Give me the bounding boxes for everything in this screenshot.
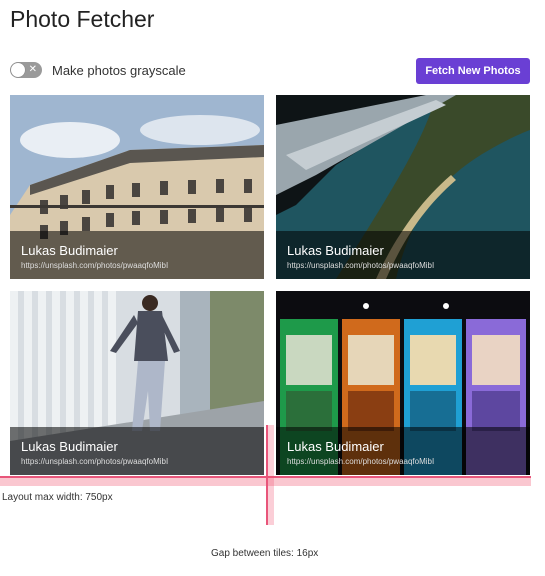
gap-guide: [266, 425, 274, 525]
max-width-annotation: Layout max width: 750px: [2, 492, 113, 503]
photo-author: Lukas Budimaier: [21, 243, 118, 258]
photo-caption: Lukas Budimaier https://unsplash.com/pho…: [276, 427, 530, 475]
photo-url: https://unsplash.com/photos/pwaaqfoMibI: [287, 457, 435, 466]
photo-url: https://unsplash.com/photos/pwaaqfoMibI: [287, 261, 435, 270]
photo-url: https://unsplash.com/photos/pwaaqfoMibI: [21, 261, 169, 270]
grayscale-toggle-row: ✕ Make photos grayscale: [10, 62, 186, 78]
gap-annotation: Gap between tiles: 16px: [211, 548, 319, 559]
photo-tile[interactable]: Lukas Budimaier https://unsplash.com/pho…: [10, 95, 264, 279]
photo-tile[interactable]: Lukas Budimaier https://unsplash.com/pho…: [10, 291, 264, 475]
grayscale-toggle-label: Make photos grayscale: [52, 62, 186, 78]
photo-author: Lukas Budimaier: [287, 243, 384, 258]
page-title: Photo Fetcher: [10, 6, 155, 32]
photo-caption: Lukas Budimaier https://unsplash.com/pho…: [10, 427, 264, 475]
toggle-knob: [11, 63, 25, 77]
photo-url: https://unsplash.com/photos/pwaaqfoMibI: [21, 457, 169, 466]
photo-tile[interactable]: Lukas Budimaier https://unsplash.com/pho…: [276, 95, 530, 279]
photo-tile[interactable]: Lukas Budimaier https://unsplash.com/pho…: [276, 291, 530, 475]
photo-author: Lukas Budimaier: [21, 439, 118, 454]
photo-caption: Lukas Budimaier https://unsplash.com/pho…: [10, 231, 264, 279]
photo-caption: Lukas Budimaier https://unsplash.com/pho…: [276, 231, 530, 279]
fetch-new-photos-button[interactable]: Fetch New Photos: [416, 58, 530, 84]
grayscale-toggle[interactable]: ✕: [10, 62, 42, 78]
toggle-off-icon: ✕: [28, 64, 37, 75]
photo-author: Lukas Budimaier: [287, 439, 384, 454]
